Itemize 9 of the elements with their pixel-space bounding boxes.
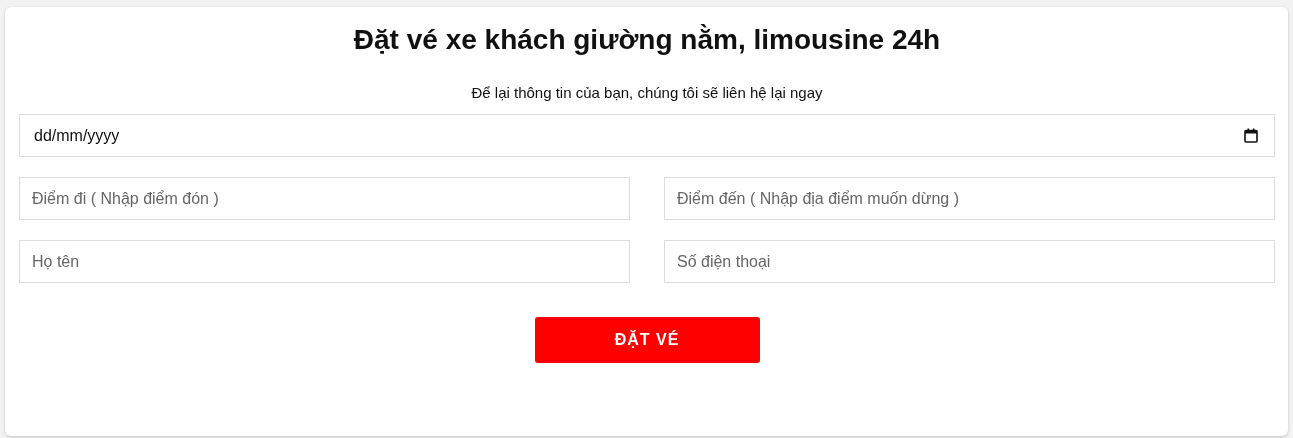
- input-field[interactable]: Họ tên: [19, 240, 630, 283]
- date-field[interactable]: dd/mm/yyyy: [19, 114, 1275, 157]
- submit-button[interactable]: ĐẶT VÉ: [534, 317, 760, 363]
- input-field[interactable]: Điểm đi ( Nhập điểm đón ): [19, 177, 630, 220]
- input-field[interactable]: Số điện thoại: [664, 240, 1275, 283]
- form-title: Đặt vé xe khách giường nằm, limousine 24h: [352, 23, 942, 57]
- input-field[interactable]: Điểm đến ( Nhập địa điểm muốn dừng ): [664, 177, 1275, 220]
- calendar-icon[interactable]: [1244, 128, 1258, 143]
- form-subtitle: Để lại thông tin của bạn, chúng tôi sẽ liên hệ lại ngay: [470, 83, 824, 103]
